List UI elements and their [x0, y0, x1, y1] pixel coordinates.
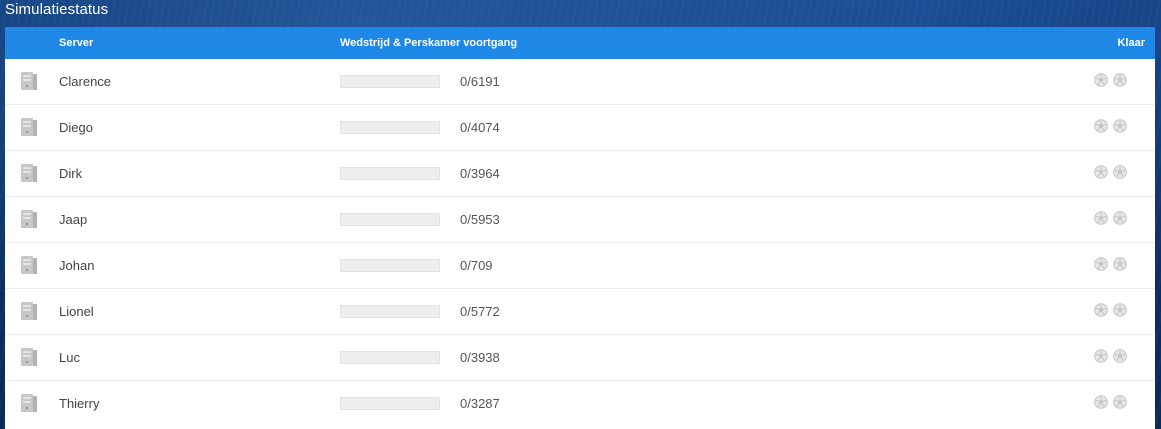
football-icon — [1094, 303, 1108, 317]
progress-count: 0/3964 — [460, 166, 500, 181]
football-icon — [1113, 257, 1127, 271]
table-row: Clarence 0/6191 — [5, 59, 1155, 105]
football-icon — [1113, 165, 1127, 179]
table-row: Dirk 0/3964 — [5, 151, 1155, 197]
ready-status — [1094, 211, 1127, 225]
server-icon — [21, 210, 37, 228]
football-icon — [1113, 119, 1127, 133]
football-icon — [1094, 119, 1108, 133]
column-header-ready: Klaar — [1117, 37, 1145, 49]
progress-count: 0/5953 — [460, 212, 500, 227]
table-row: Lionel 0/5772 — [5, 289, 1155, 335]
football-icon — [1094, 211, 1108, 225]
football-icon — [1094, 395, 1108, 409]
football-icon — [1113, 349, 1127, 363]
window-title: Simulatiestatus — [5, 1, 109, 18]
server-name: Clarence — [59, 74, 112, 89]
table-header: Server Wedstrijd & Perskamer voortgang K… — [5, 27, 1155, 59]
server-icon — [21, 256, 37, 274]
server-name: Jaap — [59, 212, 88, 227]
progress-count: 0/5772 — [460, 304, 500, 319]
progress-bar — [340, 397, 440, 410]
progress-bar — [340, 75, 440, 88]
server-name: Diego — [59, 120, 93, 135]
server-icon — [21, 72, 37, 90]
progress-count: 0/709 — [460, 258, 493, 273]
server-icon — [21, 118, 37, 136]
progress-bar — [340, 259, 440, 272]
server-icon — [21, 302, 37, 320]
table-row: Jaap 0/5953 — [5, 197, 1155, 243]
table-row: Thierry 0/3287 — [5, 381, 1155, 426]
server-name: Thierry — [59, 396, 100, 411]
server-name: Luc — [59, 350, 80, 365]
football-icon — [1094, 257, 1108, 271]
progress-count: 0/3938 — [460, 350, 500, 365]
football-icon — [1113, 211, 1127, 225]
progress-bar — [340, 305, 440, 318]
ready-status — [1094, 303, 1127, 317]
server-name: Lionel — [59, 304, 94, 319]
ready-status — [1094, 395, 1127, 409]
ready-status — [1094, 119, 1127, 133]
ready-status — [1094, 349, 1127, 363]
simulation-status-table: Server Wedstrijd & Perskamer voortgang K… — [5, 27, 1155, 429]
progress-bar — [340, 351, 440, 364]
table-row: Luc 0/3938 — [5, 335, 1155, 381]
progress-bar — [340, 167, 440, 180]
progress-count: 0/4074 — [460, 120, 500, 135]
football-icon — [1113, 73, 1127, 87]
progress-bar — [340, 121, 440, 134]
table-body: Clarence 0/6191 Diego 0/4074 Dirk 0/3964… — [5, 59, 1155, 426]
server-icon — [21, 348, 37, 366]
progress-count: 0/3287 — [460, 396, 500, 411]
server-icon — [21, 394, 37, 412]
football-icon — [1113, 395, 1127, 409]
server-name: Johan — [59, 258, 95, 273]
progress-bar — [340, 213, 440, 226]
football-icon — [1094, 165, 1108, 179]
ready-status — [1094, 257, 1127, 271]
ready-status — [1094, 165, 1127, 179]
table-row: Johan 0/709 — [5, 243, 1155, 289]
progress-count: 0/6191 — [460, 74, 500, 89]
football-icon — [1094, 349, 1108, 363]
server-name: Dirk — [59, 166, 83, 181]
column-header-progress: Wedstrijd & Perskamer voortgang — [340, 37, 518, 49]
football-icon — [1094, 73, 1108, 87]
table-row: Diego 0/4074 — [5, 105, 1155, 151]
ready-status — [1094, 73, 1127, 87]
column-header-server: Server — [59, 37, 94, 49]
server-icon — [21, 164, 37, 182]
football-icon — [1113, 303, 1127, 317]
